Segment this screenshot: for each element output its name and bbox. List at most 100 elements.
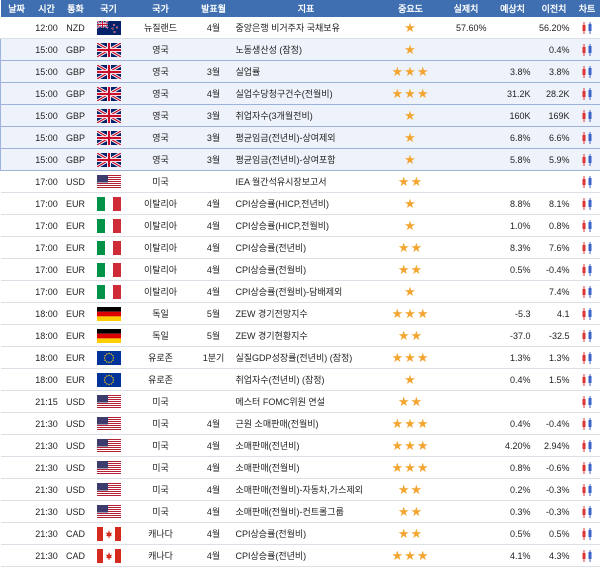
indicator-cell[interactable]: CPI상승률(전월비) (233, 523, 380, 545)
indicator-cell[interactable]: 실업률 (233, 61, 380, 83)
chart-cell[interactable] (574, 105, 600, 127)
chart-icon[interactable] (581, 219, 593, 233)
chart-icon[interactable] (581, 329, 593, 343)
chart-cell[interactable] (574, 149, 600, 171)
chart-cell[interactable] (574, 545, 600, 567)
indicator-cell[interactable]: 소매판매(전년비) (233, 435, 380, 457)
table-row[interactable]: 17:00 EUR 이탈리아 4월 CPI상승률(전월비) ★★ 0.5% -0… (1, 259, 600, 281)
chart-cell[interactable] (574, 259, 600, 281)
table-row[interactable]: 17:00 EUR 이탈리아 4월 CPI상승률(전월비)-담배제외 ★ 7.4… (1, 281, 600, 303)
chart-icon[interactable] (581, 197, 593, 211)
table-row[interactable]: 17:00 USD 미국 IEA 월간석유시장보고서 ★★ (1, 171, 600, 193)
table-row[interactable]: 21:30 USD 미국 4월 소매판매(전월비) ★★★ 0.8% -0.6% (1, 457, 600, 479)
table-row[interactable]: 18:00 EUR 유로존 1분기 실질GDP성장률(전년비) (잠정) ★★★… (1, 347, 600, 369)
table-row[interactable]: 15:00 GBP 영국 4월 실업수당청구건수(전월비) ★★★ 31.2K … (1, 83, 600, 105)
chart-icon[interactable] (581, 527, 593, 541)
indicator-cell[interactable]: 메스터 FOMC위원 연설 (233, 391, 380, 413)
chart-icon[interactable] (581, 417, 593, 431)
chart-icon[interactable] (581, 65, 593, 79)
chart-icon[interactable] (581, 505, 593, 519)
indicator-cell[interactable]: ZEW 경기현황지수 (233, 325, 380, 347)
chart-icon[interactable] (581, 153, 593, 167)
table-row[interactable]: 18:00 EUR 유로존 취업자수(전년비) (잠정) ★ 0.4% 1.5% (1, 369, 600, 391)
indicator-cell[interactable]: CPI상승률(HICP,전년비) (233, 193, 380, 215)
chart-cell[interactable] (574, 303, 600, 325)
indicator-cell[interactable]: 소매판매(전월비)-자동차,가스제외 (233, 479, 380, 501)
indicator-cell[interactable]: ZEW 경기전망지수 (233, 303, 380, 325)
indicator-cell[interactable]: CPI상승률(전월비)-담배제외 (233, 281, 380, 303)
chart-icon[interactable] (581, 131, 593, 145)
chart-icon[interactable] (581, 549, 593, 563)
chart-cell[interactable] (574, 325, 600, 347)
chart-cell[interactable] (574, 83, 600, 105)
chart-icon[interactable] (581, 307, 593, 321)
indicator-cell[interactable]: 실질GDP성장률(전년비) (잠정) (233, 347, 380, 369)
table-row[interactable]: 21:30 CAD 캐나다 4월 CPI상승률(전년비) ★★★ 4.1% 4.… (1, 545, 600, 567)
chart-cell[interactable] (574, 501, 600, 523)
chart-cell[interactable] (574, 413, 600, 435)
chart-cell[interactable] (574, 391, 600, 413)
table-row[interactable]: 17:00 EUR 이탈리아 4월 CPI상승률(HICP,전년비) ★ 8.8… (1, 193, 600, 215)
chart-cell[interactable] (574, 281, 600, 303)
chart-icon[interactable] (581, 21, 593, 35)
chart-icon[interactable] (581, 43, 593, 57)
chart-cell[interactable] (574, 523, 600, 545)
indicator-cell[interactable]: 평균임금(전년비)-상여제외 (233, 127, 380, 149)
chart-icon[interactable] (581, 241, 593, 255)
table-row[interactable]: 15:00 GBP 영국 3월 평균임금(전년비)-상여포함 ★ 5.8% 5.… (1, 149, 600, 171)
indicator-cell[interactable]: CPI상승률(전월비) (233, 259, 380, 281)
table-row[interactable]: 15:00 GBP 영국 3월 평균임금(전년비)-상여제외 ★ 6.8% 6.… (1, 127, 600, 149)
table-row[interactable]: 21:30 CAD 캐나다 4월 CPI상승률(전월비) ★★ 0.5% 0.5… (1, 523, 600, 545)
chart-icon[interactable] (581, 285, 593, 299)
chart-icon[interactable] (581, 483, 593, 497)
chart-icon[interactable] (581, 395, 593, 409)
table-row[interactable]: 21:15 USD 미국 메스터 FOMC위원 연설 ★★ (1, 391, 600, 413)
chart-cell[interactable] (574, 171, 600, 193)
chart-cell[interactable] (574, 479, 600, 501)
chart-icon[interactable] (581, 175, 593, 189)
chart-icon[interactable] (581, 351, 593, 365)
indicator-cell[interactable]: 실업수당청구건수(전월비) (233, 83, 380, 105)
table-row[interactable]: 21:30 USD 미국 4월 소매판매(전월비)-자동차,가스제외 ★★ 0.… (1, 479, 600, 501)
indicator-cell[interactable]: 평균임금(전년비)-상여포함 (233, 149, 380, 171)
indicator-cell[interactable]: 근원 소매판매(전월비) (233, 413, 380, 435)
chart-icon[interactable] (581, 263, 593, 277)
table-row[interactable]: 15:00 GBP 영국 3월 실업률 ★★★ 3.8% 3.8% (1, 61, 600, 83)
chart-cell[interactable] (574, 237, 600, 259)
chart-cell[interactable] (574, 457, 600, 479)
chart-cell[interactable] (574, 347, 600, 369)
table-row[interactable]: 17:00 EUR 이탈리아 4월 CPI상승률(HICP,전월비) ★ 1.0… (1, 215, 600, 237)
chart-cell[interactable] (574, 369, 600, 391)
table-row[interactable]: 21:30 USD 미국 4월 소매판매(전년비) ★★★ 4.20% 2.94… (1, 435, 600, 457)
chart-cell[interactable] (574, 61, 600, 83)
table-row[interactable]: 21:30 USD 미국 4월 근원 소매판매(전월비) ★★★ 0.4% -0… (1, 413, 600, 435)
chart-cell[interactable] (574, 127, 600, 149)
table-row[interactable]: 12:00 NZD 뉴질랜드 4월 중앙은행 비거주자 국채보유 ★ 57.60… (1, 17, 600, 39)
chart-icon[interactable] (581, 87, 593, 101)
chart-cell[interactable] (574, 215, 600, 237)
indicator-cell[interactable]: 취업자수(3개월전비) (233, 105, 380, 127)
table-row[interactable]: 18:00 EUR 독일 5월 ZEW 경기현황지수 ★★ -37.0 -32.… (1, 325, 600, 347)
table-row[interactable]: 21:30 USD 미국 4월 소매판매(전월비)-컨트롤그룹 ★★ 0.3% … (1, 501, 600, 523)
chart-cell[interactable] (574, 193, 600, 215)
indicator-cell[interactable]: 소매판매(전월비) (233, 457, 380, 479)
chart-cell[interactable] (574, 39, 600, 61)
indicator-cell[interactable]: 취업자수(전년비) (잠정) (233, 369, 380, 391)
indicator-cell[interactable]: IEA 월간석유시장보고서 (233, 171, 380, 193)
chart-icon[interactable] (581, 461, 593, 475)
chart-cell[interactable] (574, 17, 600, 39)
chart-cell[interactable] (574, 435, 600, 457)
indicator-cell[interactable]: CPI상승률(전년비) (233, 237, 380, 259)
indicator-cell[interactable]: CPI상승률(HICP,전월비) (233, 215, 380, 237)
table-row[interactable]: 18:00 EUR 독일 5월 ZEW 경기전망지수 ★★★ -5.3 4.1 (1, 303, 600, 325)
table-row[interactable]: 15:00 GBP 영국 3월 취업자수(3개월전비) ★ 160K 169K (1, 105, 600, 127)
chart-icon[interactable] (581, 373, 593, 387)
table-row[interactable]: 15:00 GBP 영국 노동생산성 (잠정) ★ 0.4% (1, 39, 600, 61)
chart-icon[interactable] (581, 439, 593, 453)
table-row[interactable]: 17:00 EUR 이탈리아 4월 CPI상승률(전년비) ★★ 8.3% 7.… (1, 237, 600, 259)
chart-icon[interactable] (581, 109, 593, 123)
indicator-cell[interactable]: 소매판매(전월비)-컨트롤그룹 (233, 501, 380, 523)
indicator-cell[interactable]: 중앙은행 비거주자 국채보유 (233, 17, 380, 39)
indicator-cell[interactable]: CPI상승률(전년비) (233, 545, 380, 567)
indicator-cell[interactable]: 노동생산성 (잠정) (233, 39, 380, 61)
